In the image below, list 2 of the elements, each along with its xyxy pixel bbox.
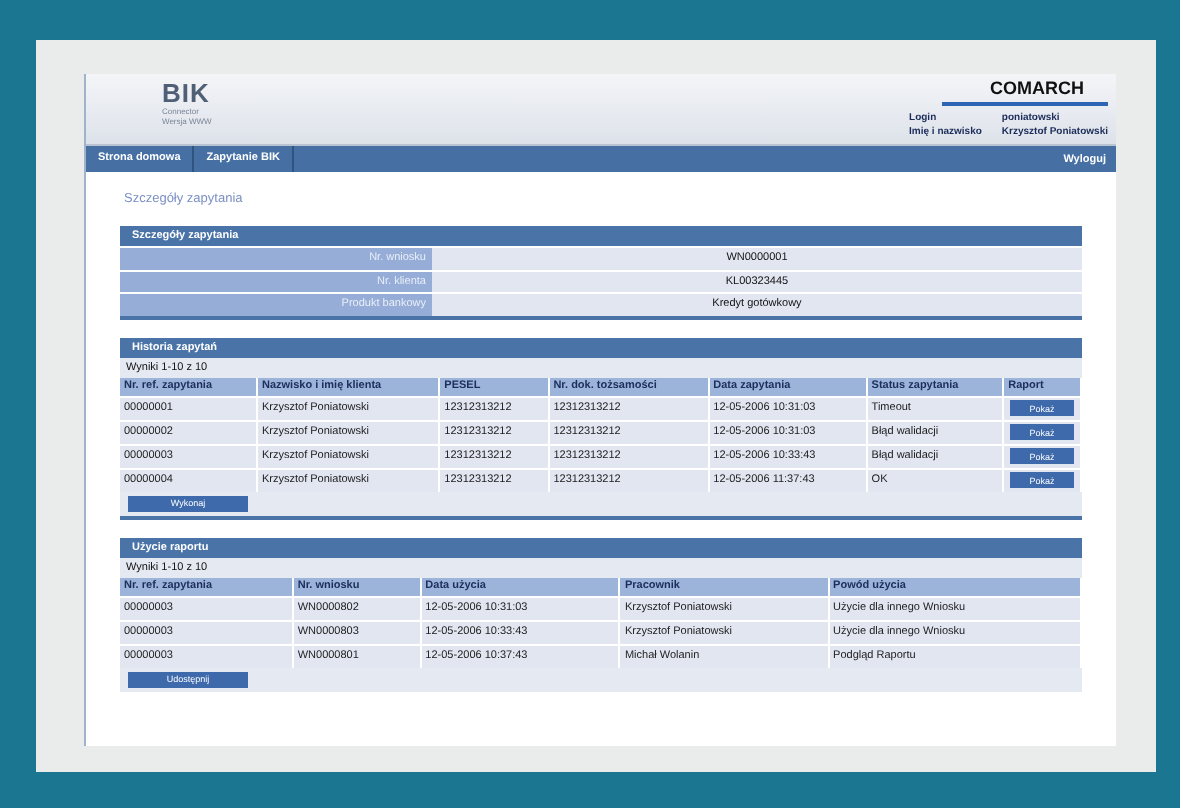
logo-title: BIK — [162, 80, 212, 106]
brand-logo: COMARCH — [942, 74, 1108, 106]
